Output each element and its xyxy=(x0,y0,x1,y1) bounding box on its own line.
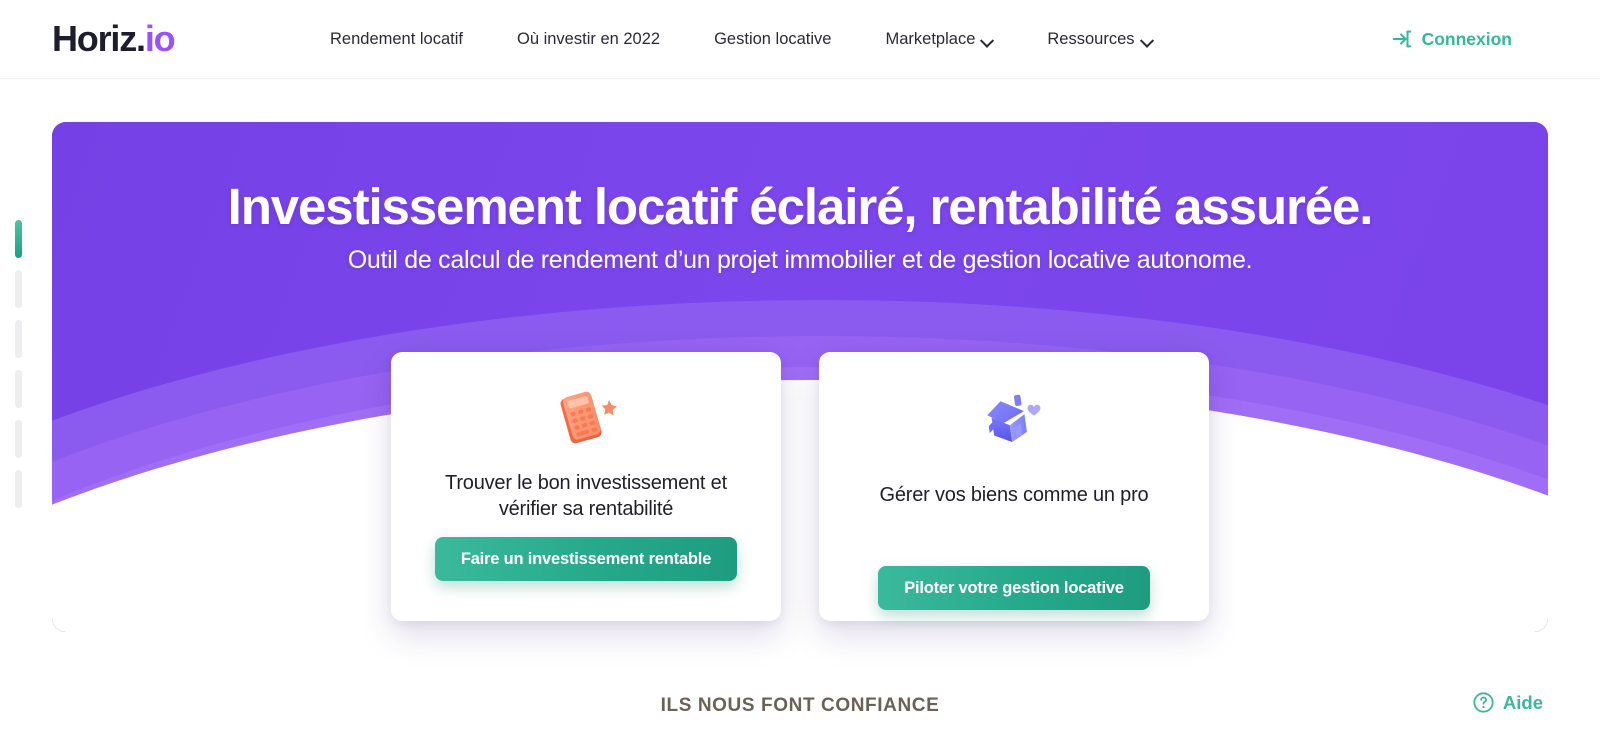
login-label: Connexion xyxy=(1421,28,1512,49)
cta-faire-investissement-rentable[interactable]: Faire un investissement rentable xyxy=(434,537,738,581)
cta-card-group: Trouver le bon investissement et vérifie… xyxy=(0,352,1600,621)
rail-segment-4[interactable] xyxy=(15,370,22,408)
rail-segment-1[interactable] xyxy=(15,220,22,258)
help-widget[interactable]: Aide xyxy=(1472,691,1543,714)
nav-label: Ressources xyxy=(1047,29,1135,48)
house-3d-icon-svg xyxy=(987,394,1041,443)
rail-segment-2[interactable] xyxy=(15,270,22,308)
login-arrow-icon xyxy=(1392,30,1411,48)
card-description: Gérer vos biens comme un pro xyxy=(879,484,1149,506)
main-navigation: Rendement locatif Où investir en 2022 Ge… xyxy=(330,23,1153,56)
hero-title: Investissement locatif éclairé, rentabil… xyxy=(227,178,1374,235)
chevron-down-icon xyxy=(982,35,993,46)
nav-label: Rendement locatif xyxy=(330,29,463,48)
house-3d-icon xyxy=(819,376,1209,460)
card-description: Trouver le bon investissement et vérifie… xyxy=(445,472,727,521)
rail-segment-6[interactable] xyxy=(15,470,22,508)
nav-label: Où investir en 2022 xyxy=(517,29,661,48)
nav-item-ressources[interactable]: Ressources xyxy=(1047,23,1152,56)
logo-text-io: io xyxy=(144,18,176,59)
heart-icon xyxy=(1027,404,1041,416)
trust-heading: ILS NOUS FONT CONFIANCE xyxy=(660,695,940,716)
card-gestion: Gérer vos biens comme un pro Piloter vot… xyxy=(819,352,1209,621)
page-root: Horiz. io Rendement locatif Où investir e… xyxy=(0,0,1600,746)
cta-piloter-gestion-locative[interactable]: Piloter votre gestion locative xyxy=(878,566,1150,610)
rail-segment-5[interactable] xyxy=(15,420,22,458)
calculator-3d-icon-svg xyxy=(560,391,617,444)
section-progress-rail xyxy=(15,220,23,508)
login-link[interactable]: Connexion xyxy=(1391,28,1512,50)
calculator-3d-icon xyxy=(391,376,781,460)
site-header: Horiz. io Rendement locatif Où investir e… xyxy=(0,0,1600,79)
logo-text-main: Horiz xyxy=(52,18,137,59)
chevron-down-icon xyxy=(1142,35,1153,46)
logo-horiz-io[interactable]: Horiz. io xyxy=(52,18,176,59)
nav-item-marketplace[interactable]: Marketplace xyxy=(886,23,994,56)
rail-segment-3[interactable] xyxy=(15,320,22,358)
card-investissement: Trouver le bon investissement et vérifie… xyxy=(391,352,781,621)
nav-item-rendement-locatif[interactable]: Rendement locatif xyxy=(330,23,463,56)
hero-subtitle: Outil de calcul de rendement d’un projet… xyxy=(347,246,1253,275)
logo-text-dot: . xyxy=(136,18,146,59)
question-circle-icon xyxy=(1473,692,1494,713)
nav-item-gestion-locative[interactable]: Gestion locative xyxy=(714,23,831,56)
nav-label: Marketplace xyxy=(885,29,976,48)
help-label: Aide xyxy=(1502,691,1543,713)
nav-item-ou-investir[interactable]: Où investir en 2022 xyxy=(517,23,660,56)
sparkle-icon xyxy=(601,400,617,416)
nav-label: Gestion locative xyxy=(714,29,832,48)
